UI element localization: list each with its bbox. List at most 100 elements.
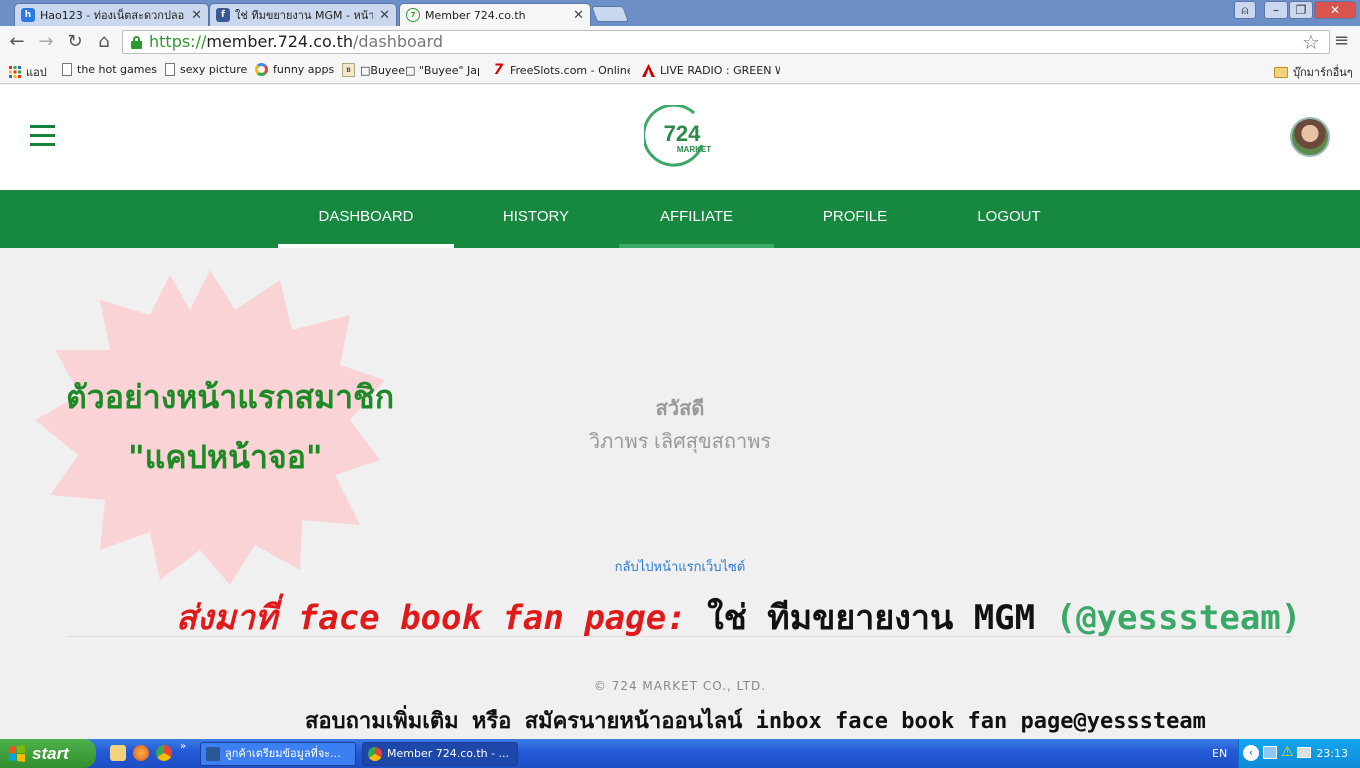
lock-icon xyxy=(131,36,142,49)
user-profile-icon[interactable]: ⍝ xyxy=(1234,1,1256,19)
bookmark-label: funny apps xyxy=(273,63,335,76)
user-name: วิภาพร เลิศสุขสถาพร xyxy=(588,431,772,453)
browser-tab-strip: h Hao123 - ท่องเน็ตสะดวกปลอดภัย ✕ f ใช่ … xyxy=(0,0,1360,26)
google-icon xyxy=(255,63,268,76)
nav-affiliate[interactable]: AFFILIATE xyxy=(619,190,774,248)
printer-icon[interactable] xyxy=(1297,747,1311,758)
browser-tab-hao123[interactable]: h Hao123 - ท่องเน็ตสะดวกปลอดภัย ✕ xyxy=(14,3,209,26)
tray-expand-icon[interactable]: ‹ xyxy=(1243,745,1259,761)
url-host: member.724.co.th xyxy=(206,32,353,51)
fb-line-black: ใช่ ทีมขยายงาน MGM xyxy=(707,598,1036,638)
url-scheme: https:// xyxy=(149,32,207,51)
chrome-icon xyxy=(368,747,382,761)
folder-icon xyxy=(1274,66,1288,78)
nav-profile[interactable]: PROFILE xyxy=(784,190,926,248)
annotation-inquiry-line: สอบถามเพิ่มเติม หรือ สมัครนายหน้าออนไลน์… xyxy=(305,709,1206,734)
close-tab-icon[interactable]: ✕ xyxy=(191,8,202,23)
windows-flag-icon xyxy=(9,745,25,762)
hao123-icon: h xyxy=(21,8,35,22)
bookmark-label: FreeSlots.com - Online S xyxy=(510,63,630,77)
back-to-home-link[interactable]: กลับไปหน้าแรกเว็บไซต์ xyxy=(480,556,880,577)
task-label: ลูกค้าเตรียมข้อมูลที่จะ... xyxy=(225,747,341,760)
url-path: /dashboard xyxy=(353,32,444,51)
home-icon[interactable]: ⌂ xyxy=(93,31,115,53)
main-navigation: DASHBOARD HISTORY AFFILIATE PROFILE LOGO… xyxy=(0,190,1360,248)
buyee-icon: B xyxy=(342,63,355,77)
bookmark-sexy-picture[interactable]: sexy picture xyxy=(165,63,247,76)
quicklaunch-firefox-icon[interactable] xyxy=(133,745,149,761)
site-logo[interactable]: 724 MARKET xyxy=(642,103,716,169)
minimize-button[interactable]: – xyxy=(1264,1,1288,19)
close-tab-icon[interactable]: ✕ xyxy=(573,8,584,23)
quicklaunch-expand-icon[interactable]: » xyxy=(180,741,190,757)
nav-history[interactable]: HISTORY xyxy=(464,190,608,248)
bookmark-label: sexy picture xyxy=(180,63,248,76)
copyright-text: © 724 MARKET CO., LTD. xyxy=(593,679,767,693)
start-button[interactable]: start xyxy=(0,739,96,768)
forward-arrow-icon[interactable]: → xyxy=(35,31,57,53)
logo-sub: MARKET xyxy=(677,145,711,154)
fb-line-green: (@yesssteam) xyxy=(1055,598,1302,638)
quicklaunch-chrome-icon[interactable] xyxy=(156,745,172,761)
bookmark-buyee[interactable]: B □Buyee□ "Buyee" Japa xyxy=(342,63,479,77)
greeting-text: สวัสดี xyxy=(655,398,705,420)
bookmark-label: LIVE RADIO : GREEN W/ xyxy=(660,63,780,77)
page-icon xyxy=(62,63,72,76)
nav-dashboard[interactable]: DASHBOARD xyxy=(278,190,454,248)
tab-title: Hao123 - ท่องเน็ตสะดวกปลอดภัย xyxy=(40,9,185,22)
apps-grid-icon xyxy=(8,65,21,79)
bookmark-apps[interactable]: แอป xyxy=(8,63,47,81)
bookmark-label: □Buyee□ "Buyee" Japa xyxy=(360,63,479,77)
taskbar-item-chrome[interactable]: Member 724.co.th - ... xyxy=(362,742,518,766)
hamburger-menu-icon[interactable] xyxy=(30,125,55,147)
chrome-menu-icon[interactable]: ≡ xyxy=(1334,30,1349,51)
bookmark-hot-games[interactable]: the hot games xyxy=(62,63,157,76)
language-indicator[interactable]: EN xyxy=(1212,747,1227,760)
bookmarks-bar: แอป the hot games sexy picture funny app… xyxy=(0,58,1360,84)
footer-divider xyxy=(68,636,1292,637)
other-bookmarks[interactable]: บุ๊กมาร์กอื่นๆ xyxy=(1274,63,1353,81)
site-header: 724 MARKET xyxy=(0,85,1360,190)
tab-title: ใช่ ทีมขยายงาน MGM - หน้าหลัก xyxy=(235,9,374,22)
bookmark-label: แอป xyxy=(26,66,47,79)
restore-button[interactable]: ❐ xyxy=(1289,1,1313,19)
page-icon xyxy=(165,63,175,76)
fb-line-red: ส่งมาที่ face book fan page: xyxy=(176,598,687,638)
close-window-button[interactable]: ✕ xyxy=(1314,1,1356,19)
bookmark-freeslots[interactable]: 7 FreeSlots.com - Online S xyxy=(492,63,630,77)
start-label: start xyxy=(32,744,69,763)
system-tray: ‹ ⚠ 23:13 xyxy=(1238,739,1360,768)
back-arrow-icon[interactable]: ← xyxy=(6,31,28,53)
bookmark-label: the hot games xyxy=(77,63,157,76)
quicklaunch-folder-icon[interactable] xyxy=(110,745,126,761)
network-icon[interactable] xyxy=(1263,746,1277,759)
warning-icon[interactable]: ⚠ xyxy=(1281,744,1294,760)
annotation-burst-line1: ตัวอย่างหน้าแรกสมาชิก xyxy=(66,378,395,416)
facebook-icon: f xyxy=(216,8,230,22)
logo-number: 724 xyxy=(664,121,701,146)
address-bar[interactable]: https://member.724.co.th/dashboard xyxy=(122,30,1330,54)
browser-tab-member[interactable]: 7 Member 724.co.th ✕ xyxy=(399,3,591,26)
bookmark-live-radio[interactable]: LIVE RADIO : GREEN W/ xyxy=(642,63,780,77)
bookmark-funny-apps[interactable]: funny apps xyxy=(255,63,334,76)
tab-title: Member 724.co.th xyxy=(425,8,526,22)
reload-icon[interactable]: ↻ xyxy=(64,31,86,53)
annotation-burst-line2: "แคปหน้าจอ" xyxy=(128,438,323,476)
browser-tab-facebook[interactable]: f ใช่ ทีมขยายงาน MGM - หน้าหลัก ✕ xyxy=(209,3,397,26)
new-tab-button[interactable] xyxy=(591,6,629,22)
windows-taskbar: start » ลูกค้าเตรียมข้อมูลที่จะ... Membe… xyxy=(0,739,1360,768)
pink-burst-shape xyxy=(35,270,385,585)
clock: 23:13 xyxy=(1316,747,1348,760)
word-icon xyxy=(206,747,220,761)
724-favicon: 7 xyxy=(406,8,420,22)
other-bookmarks-label: บุ๊กมาร์กอื่นๆ xyxy=(1293,66,1353,79)
freeslots-icon: 7 xyxy=(493,63,504,77)
bookmark-star-icon[interactable]: ☆ xyxy=(1302,30,1320,54)
close-tab-icon[interactable]: ✕ xyxy=(379,8,390,23)
taskbar-item-word[interactable]: ลูกค้าเตรียมข้อมูลที่จะ... xyxy=(200,742,356,766)
browser-toolbar: ← → ↻ ⌂ https://member.724.co.th/dashboa… xyxy=(0,26,1360,58)
task-label: Member 724.co.th - ... xyxy=(387,747,510,760)
user-avatar[interactable] xyxy=(1290,117,1330,157)
radio-icon xyxy=(642,63,655,77)
nav-logout[interactable]: LOGOUT xyxy=(936,190,1082,248)
